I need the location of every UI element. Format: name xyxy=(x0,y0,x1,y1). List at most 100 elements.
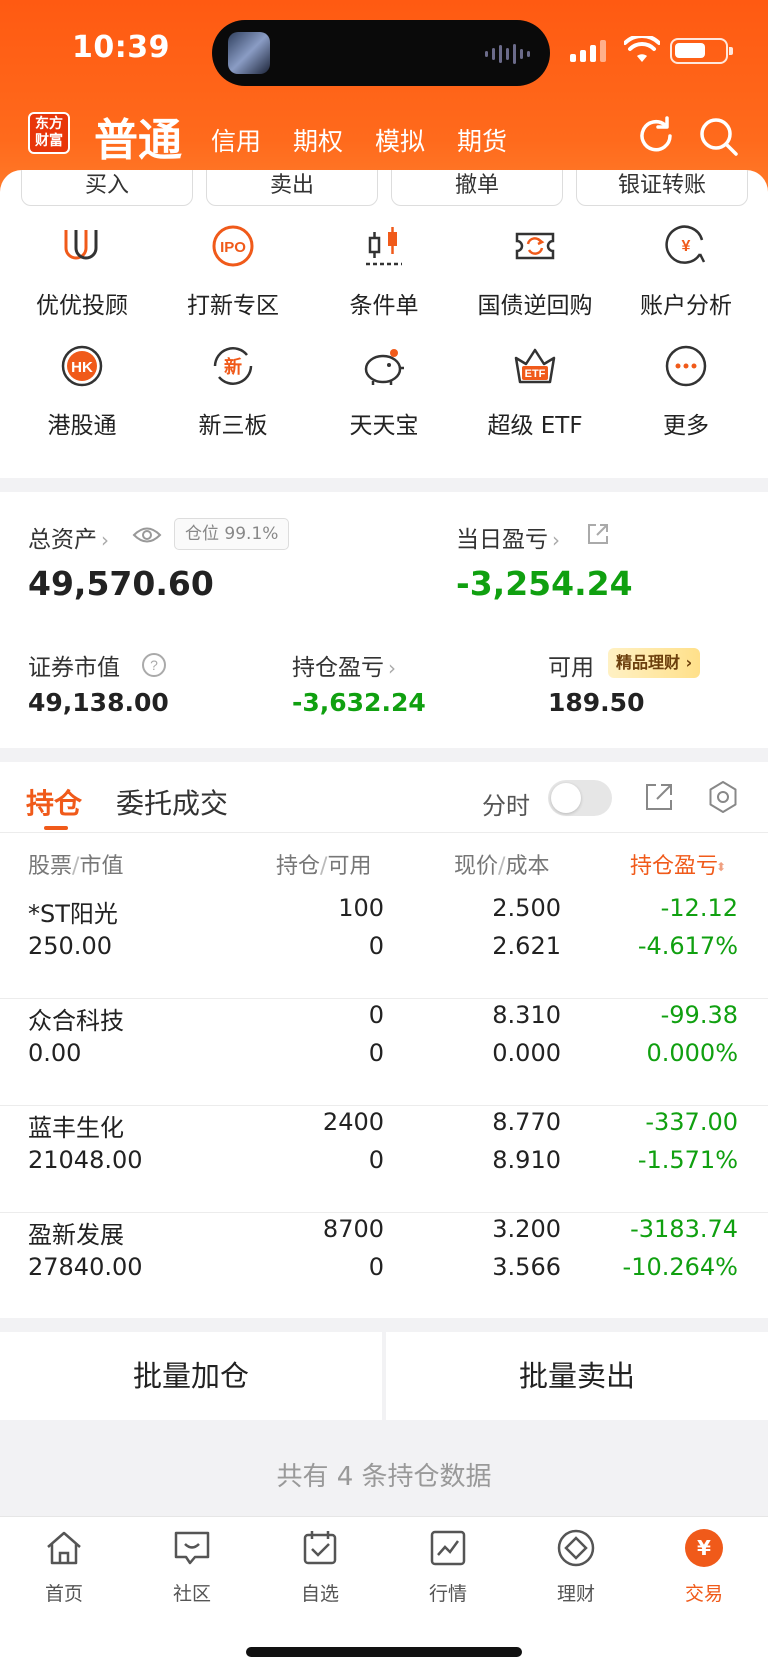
refresh-icon[interactable] xyxy=(634,114,678,158)
wifi-icon xyxy=(624,36,660,62)
svg-text:¥: ¥ xyxy=(682,238,691,255)
func-super-etf[interactable]: ETF 超级 ETF xyxy=(460,340,610,440)
func-account-analysis[interactable]: ¥ 账户分析 xyxy=(611,220,761,320)
stock-name: 众合科技 xyxy=(28,1007,124,1035)
daily-pl-link[interactable]: 当日盈亏 › xyxy=(456,520,560,554)
func-treasury-repo[interactable]: 国债逆回购 xyxy=(460,220,610,320)
help-icon[interactable]: ? xyxy=(141,652,167,678)
tab-normal[interactable]: 普通 xyxy=(94,104,182,168)
holding-pl-link[interactable]: 持仓盈亏 › xyxy=(292,648,396,682)
holdings-count-note: 共有 4 条持仓数据 xyxy=(276,1462,492,1492)
total-assets-label: 总资产 xyxy=(28,527,97,553)
table-row[interactable]: 蓝丰生化 21048.00 2400 0 8.770 8.910 -337.00… xyxy=(0,1108,768,1215)
tab-options[interactable]: 期权 xyxy=(293,122,343,158)
col-market-value: 市值 xyxy=(79,854,124,879)
chevron-right-icon: › xyxy=(101,528,109,552)
stock-name: 蓝丰生化 xyxy=(28,1114,124,1142)
new-board-icon: 新 xyxy=(207,340,259,392)
svg-text:新: 新 xyxy=(224,356,242,378)
tabbar-trade[interactable]: ¥ 交易 xyxy=(654,1527,754,1606)
stock-cost: 2.621 xyxy=(492,932,561,960)
func-new-third-board[interactable]: 新 新三板 xyxy=(158,340,308,440)
tabbar-wealth[interactable]: 理财 xyxy=(526,1527,626,1606)
youyou-icon xyxy=(56,220,108,272)
more-icon xyxy=(660,340,712,392)
svg-text:?: ? xyxy=(150,657,158,673)
stock-position: 0 xyxy=(368,1001,384,1029)
stock-cost: 3.566 xyxy=(492,1253,561,1281)
hk-icon: HK xyxy=(56,340,108,392)
cancel-order-button[interactable]: 撤单 xyxy=(391,170,563,206)
func-ipo-zone[interactable]: IPO 打新专区 xyxy=(158,220,308,320)
tabbar-watchlist[interactable]: 自选 xyxy=(270,1527,370,1606)
func-label: 更多 xyxy=(663,413,709,439)
col-pl-sort[interactable]: 持仓盈亏⬍ xyxy=(630,848,726,880)
tabbar-market[interactable]: 行情 xyxy=(398,1527,498,1606)
stock-market-value: 0.00 xyxy=(28,1039,82,1067)
stock-market-value: 27840.00 xyxy=(28,1253,143,1281)
col-position: 持仓 xyxy=(276,854,321,879)
func-hk-connect[interactable]: HK 港股通 xyxy=(7,340,157,440)
tab-simulation[interactable]: 模拟 xyxy=(375,122,425,158)
batch-sell-button[interactable]: 批量卖出 xyxy=(386,1332,768,1420)
stock-pl: -337.00 xyxy=(645,1108,738,1136)
search-icon[interactable] xyxy=(696,114,740,158)
premium-wealth-badge[interactable]: 精品理财 › xyxy=(608,648,701,678)
cellular-signal-icon xyxy=(570,38,606,62)
eye-icon[interactable] xyxy=(132,524,162,546)
stock-name: 盈新发展 xyxy=(28,1221,124,1249)
market-icon xyxy=(430,1530,466,1566)
timeshare-toggle[interactable] xyxy=(548,780,612,816)
holding-pl-value: -3,632.24 xyxy=(292,688,426,717)
settings-gear-icon[interactable] xyxy=(706,780,740,814)
stock-available: 0 xyxy=(368,1039,384,1067)
tabbar-label: 自选 xyxy=(300,1583,339,1605)
tab-futures[interactable]: 期货 xyxy=(457,122,507,158)
col-stock-header: 股票/市值 xyxy=(28,854,124,879)
available-label: 可用 xyxy=(548,655,594,681)
sell-button[interactable]: 卖出 xyxy=(206,170,378,206)
market-value: 49,138.00 xyxy=(28,688,169,717)
stock-price: 3.200 xyxy=(492,1215,561,1243)
total-assets-link[interactable]: 总资产 › xyxy=(28,520,109,554)
daily-pl-label: 当日盈亏 xyxy=(456,527,548,553)
stock-pl-pct: -1.571% xyxy=(637,1146,738,1174)
now-playing-thumbnail xyxy=(228,32,270,74)
stock-pl: -12.12 xyxy=(660,894,738,922)
available-value: 189.50 xyxy=(548,688,645,717)
col-position-header: 持仓/可用 xyxy=(276,854,372,879)
account-analysis-icon: ¥ xyxy=(660,220,712,272)
func-more[interactable]: 更多 xyxy=(611,340,761,440)
buy-button[interactable]: 买入 xyxy=(21,170,193,206)
batch-add-button[interactable]: 批量加仓 xyxy=(0,1332,382,1420)
tab-holdings[interactable]: 持仓 xyxy=(26,782,82,822)
tabbar-community[interactable]: 社区 xyxy=(142,1527,242,1606)
home-indicator xyxy=(246,1647,522,1657)
func-conditional-order[interactable]: 条件单 xyxy=(309,220,459,320)
func-tiantianbao[interactable]: 天天宝 xyxy=(309,340,459,440)
tabbar-label: 行情 xyxy=(428,1583,467,1605)
tab-orders-trades[interactable]: 委托成交 xyxy=(116,782,228,822)
stock-price: 2.500 xyxy=(492,894,561,922)
divider xyxy=(0,1105,768,1106)
func-youyou-advisor[interactable]: 优优投顾 xyxy=(7,220,157,320)
table-row[interactable]: *ST阳光 250.00 100 0 2.500 2.621 -12.12 -4… xyxy=(0,894,768,1001)
stock-pl: -99.38 xyxy=(660,1001,738,1029)
external-link-icon[interactable] xyxy=(644,782,674,812)
repo-icon xyxy=(509,220,561,272)
func-label: 优优投顾 xyxy=(36,293,128,319)
func-label: 条件单 xyxy=(349,293,419,319)
table-row[interactable]: 盈新发展 27840.00 8700 0 3.200 3.566 -3183.7… xyxy=(0,1215,768,1322)
status-time: 10:39 xyxy=(72,30,170,65)
total-assets-value: 49,570.60 xyxy=(28,564,214,603)
logo-line-1: 东方 xyxy=(35,116,63,132)
table-row[interactable]: 众合科技 0.00 0 0 8.310 0.000 -99.38 0.000% xyxy=(0,1001,768,1108)
stock-pl-pct: -4.617% xyxy=(637,932,738,960)
col-pl: 持仓盈亏 xyxy=(630,854,719,879)
stock-name: *ST阳光 xyxy=(28,900,118,928)
bank-transfer-button[interactable]: 银证转账 xyxy=(576,170,748,206)
tab-credit[interactable]: 信用 xyxy=(211,122,261,158)
share-icon[interactable] xyxy=(586,522,610,546)
home-icon xyxy=(47,1531,81,1565)
tabbar-home[interactable]: 首页 xyxy=(14,1527,114,1606)
